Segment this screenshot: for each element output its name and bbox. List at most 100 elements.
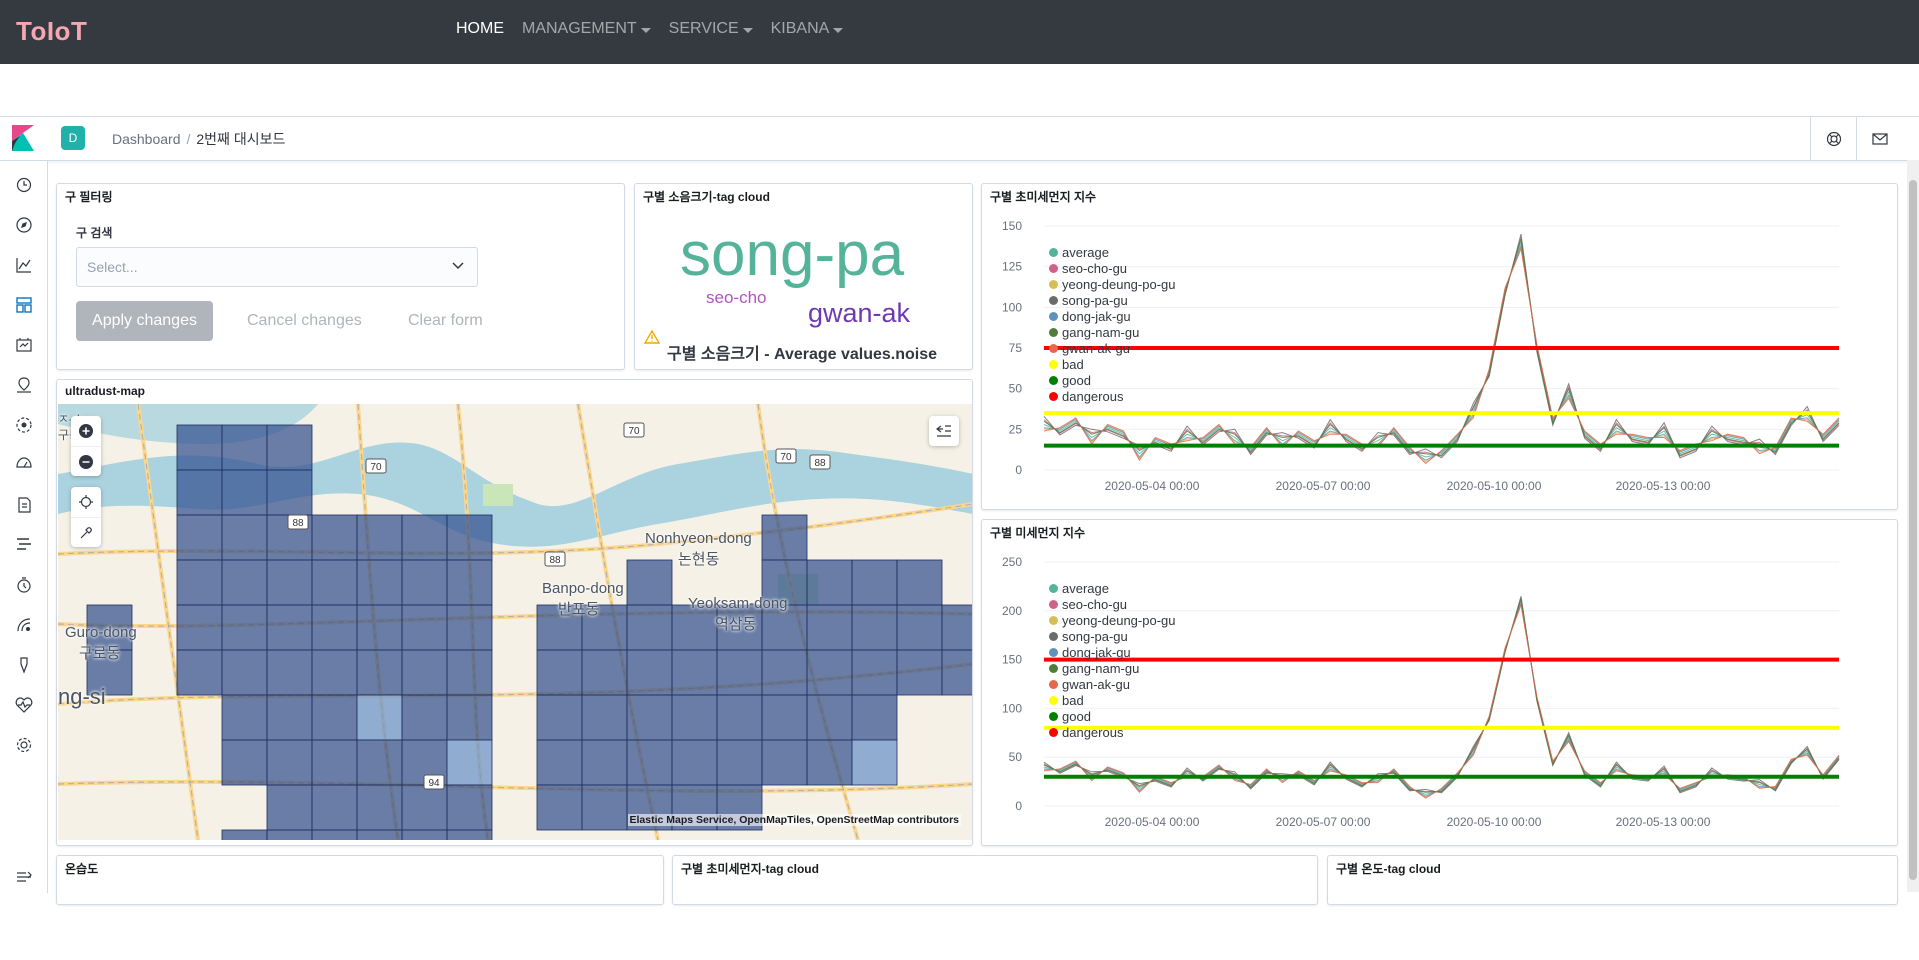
mail-button[interactable] (1856, 117, 1902, 161)
legend-item[interactable]: yeong-deung-po-gu (1049, 612, 1175, 628)
management-icon[interactable] (14, 735, 34, 755)
layer-control-button[interactable] (929, 416, 959, 446)
heatmap-cell (626, 559, 673, 606)
district-search-label: 구 검색 (76, 226, 113, 240)
cancel-changes-button[interactable]: Cancel changes (247, 301, 362, 341)
heatmap-cell (311, 604, 358, 651)
legend-item[interactable]: gwan-ak-gu (1049, 340, 1175, 356)
legend-dot-icon (1049, 599, 1058, 609)
apm-icon[interactable] (14, 535, 34, 555)
legend-item[interactable]: seo-cho-gu (1049, 596, 1175, 612)
road-badge-label: 70 (780, 452, 792, 463)
breadcrumb-root[interactable]: Dashboard (112, 131, 181, 147)
apply-changes-button[interactable]: Apply changes (76, 301, 213, 341)
road-badge-label: 88 (814, 458, 826, 469)
nav-home[interactable]: HOME (456, 20, 504, 38)
road-badge-label: 70 (628, 426, 640, 437)
legend-item[interactable]: dangerous (1049, 724, 1175, 740)
monitoring-icon[interactable] (14, 695, 34, 715)
fit-bounds-button[interactable] (71, 487, 101, 517)
legend-item[interactable]: bad (1049, 692, 1175, 708)
draw-filter-button[interactable] (71, 517, 101, 547)
legend-dot-icon (1049, 695, 1058, 705)
legend-item[interactable]: yeong-deung-po-gu (1049, 276, 1175, 292)
legend-item[interactable]: average (1049, 580, 1175, 596)
tag-cloud-caption: 구별 소음크기 - Average values.noise (667, 346, 938, 363)
nav-kibana-label: KIBANA (770, 20, 830, 37)
heatmap-cell (356, 514, 403, 561)
legend-item[interactable]: average (1049, 244, 1175, 260)
help-button[interactable] (1810, 117, 1856, 161)
tag-song-pa[interactable]: song-pa (680, 224, 904, 286)
ml-icon[interactable] (14, 415, 34, 435)
legend-item[interactable]: dong-jak-gu (1049, 644, 1175, 660)
legend-item[interactable]: dong-jak-gu (1049, 308, 1175, 324)
chart-legend: average seo-cho-gu yeong-deung-po-gu song-p… (1049, 580, 1175, 740)
district-select[interactable]: Select... (76, 247, 478, 287)
legend-item[interactable]: dangerous (1049, 388, 1175, 404)
space-avatar[interactable]: D (61, 126, 85, 150)
metrics-icon[interactable] (14, 455, 34, 475)
legend-item[interactable]: song-pa-gu (1049, 628, 1175, 644)
legend-label: average (1062, 244, 1109, 260)
legend-item[interactable]: gang-nam-gu (1049, 324, 1175, 340)
uptime-icon[interactable] (14, 575, 34, 595)
heatmap-cell (896, 559, 943, 606)
legend-item[interactable]: good (1049, 372, 1175, 388)
y-tick-label: 100 (1002, 701, 1022, 715)
map-canvas[interactable]: 70 70 88 70 88 88 94 Nonhyeon-dong 논현동 Banpo-d… (58, 404, 972, 840)
nav-kibana[interactable]: KIBANA (771, 20, 844, 38)
clear-form-button[interactable]: Clear form (408, 301, 483, 341)
legend-label: bad (1062, 356, 1084, 372)
brand-logo[interactable]: ToIoT (16, 16, 87, 47)
heatmap-cell (221, 604, 268, 651)
heatmap-cell (311, 514, 358, 561)
discover-icon[interactable] (14, 215, 34, 235)
visualize-icon[interactable] (14, 255, 34, 275)
tag-gwan-ak[interactable]: gwan-ak (808, 298, 910, 329)
zoom-in-button[interactable] (71, 416, 101, 446)
legend-label: yeong-deung-po-gu (1062, 276, 1176, 292)
heatmap-cell (851, 739, 898, 786)
legend-label: bad (1062, 692, 1084, 708)
dashboard-icon[interactable] (14, 295, 34, 315)
legend-item[interactable]: song-pa-gu (1049, 292, 1175, 308)
legend-dot-icon (1049, 375, 1058, 385)
canvas-icon[interactable] (14, 335, 34, 355)
collapse-icon[interactable] (14, 867, 34, 887)
heatmap-cell (806, 604, 853, 651)
legend-item[interactable]: gwan-ak-gu (1049, 676, 1175, 692)
panel-filter: 구 필터링 구 검색 Select... Apply changes Cance… (56, 183, 625, 370)
legend-item[interactable]: bad (1049, 356, 1175, 372)
heatmap-cell (221, 649, 268, 696)
heatmap-cell (806, 739, 853, 786)
heatmap-cell (311, 829, 358, 840)
clock-icon[interactable] (14, 175, 34, 195)
zoom-out-button[interactable] (71, 446, 101, 476)
kibana-logo-icon[interactable] (12, 125, 36, 151)
nav-service[interactable]: SERVICE (669, 20, 753, 38)
x-tick-label: 2020-05-04 00:00 (1105, 479, 1200, 493)
tag-seo-cho[interactable]: seo-cho (706, 288, 766, 308)
legend-label: yeong-deung-po-gu (1062, 612, 1176, 628)
caret-down-icon (742, 27, 753, 33)
logs-icon[interactable] (14, 495, 34, 515)
legend-item[interactable]: gang-nam-gu (1049, 660, 1175, 676)
x-tick-label: 2020-05-04 00:00 (1105, 815, 1200, 829)
nav-management[interactable]: MANAGEMENT (522, 20, 651, 38)
legend-dot-icon (1049, 247, 1058, 257)
legend-dot-icon (1049, 647, 1058, 657)
maps-icon[interactable] (14, 375, 34, 395)
siem-icon[interactable] (14, 615, 34, 635)
heatmap-cell (851, 559, 898, 606)
heatmap-cell (761, 649, 808, 696)
map-tools (71, 487, 101, 547)
heatmap-cell (671, 694, 718, 741)
heatmap-cell (401, 514, 448, 561)
heatmap-cell (716, 739, 763, 786)
legend-item[interactable]: good (1049, 708, 1175, 724)
legend-item[interactable]: seo-cho-gu (1049, 260, 1175, 276)
heatmap-cell (221, 739, 268, 786)
scrollbar-thumb[interactable] (1909, 180, 1917, 880)
dev-tools-icon[interactable] (14, 655, 34, 675)
